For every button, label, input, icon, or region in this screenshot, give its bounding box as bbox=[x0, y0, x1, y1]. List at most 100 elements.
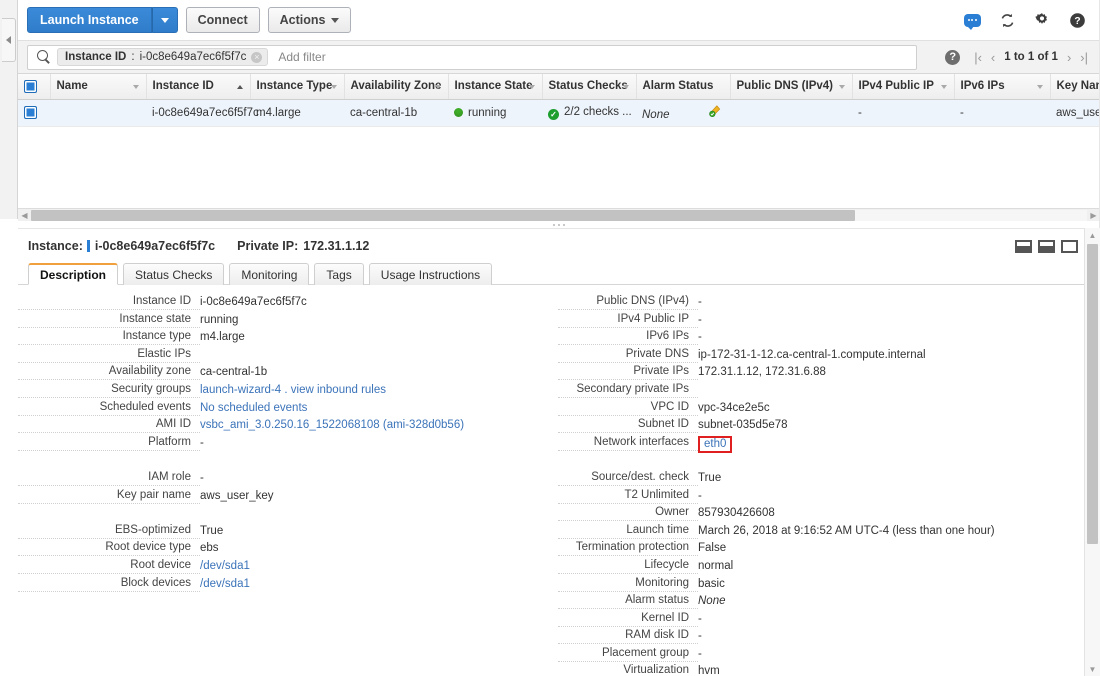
field-row: Private IPs 172.31.1.12, 172.31.6.88 bbox=[558, 365, 1078, 383]
gear-icon[interactable] bbox=[1033, 11, 1051, 29]
sort-descending-icon[interactable] bbox=[940, 85, 947, 89]
field-value: ca-central-1b bbox=[200, 366, 268, 379]
panel-layout-half-button[interactable] bbox=[1038, 239, 1055, 253]
tab-monitoring[interactable]: Monitoring bbox=[229, 263, 310, 285]
details-fields: Instance ID i-0c8e649a7ec6f5f7c Instance s… bbox=[18, 291, 1084, 676]
field-label: Source/dest. check bbox=[558, 471, 698, 486]
tab-tags[interactable]: Tags bbox=[314, 263, 364, 285]
next-page-button[interactable]: › bbox=[1067, 50, 1071, 65]
cell-value: aws_user_ bbox=[1056, 106, 1100, 119]
first-page-button[interactable]: |‹ bbox=[974, 50, 982, 65]
sort-descending-icon[interactable] bbox=[1036, 85, 1043, 89]
field-value: 857930426608 bbox=[698, 507, 775, 520]
instances-table: Name Instance ID Instance Type Availability… bbox=[18, 74, 1100, 127]
field-label: Availability zone bbox=[18, 365, 200, 381]
tab-description[interactable]: Description bbox=[28, 263, 119, 285]
field-value: aws_user_key bbox=[200, 489, 274, 502]
help-icon[interactable]: ? bbox=[1068, 11, 1086, 29]
column-header-ipv6-ips[interactable]: IPv6 IPs bbox=[954, 74, 1051, 100]
field-value[interactable]: launch-wizard-4 . view inbound rules bbox=[200, 383, 386, 397]
field-value: - bbox=[200, 471, 204, 484]
hscroll-track[interactable] bbox=[31, 209, 1087, 221]
network-interface-link[interactable]: eth0 bbox=[698, 435, 733, 453]
field-value: i-0c8e649a7ec6f5f7c bbox=[200, 296, 307, 308]
field-value[interactable]: No scheduled events bbox=[200, 401, 307, 415]
column-header-instance-type[interactable]: Instance Type bbox=[250, 74, 345, 100]
feedback-icon[interactable] bbox=[963, 11, 981, 30]
create-alarm-icon[interactable] bbox=[708, 104, 723, 118]
last-page-button[interactable]: ›| bbox=[1080, 50, 1088, 65]
scroll-up-arrow-icon[interactable]: ▲ bbox=[1085, 228, 1100, 242]
vscroll-thumb[interactable] bbox=[1087, 244, 1098, 544]
field-value[interactable]: /dev/sda1 bbox=[200, 577, 250, 591]
field-value[interactable]: vsbc_ami_3.0.250.16_1522068108 (ami-328d… bbox=[200, 418, 464, 432]
field-label bbox=[18, 453, 200, 468]
add-filter-placeholder[interactable]: Add filter bbox=[278, 50, 325, 64]
filter-token-value: i-0c8e649a7ec6f5f7c bbox=[139, 51, 247, 63]
table-horizontal-scrollbar[interactable]: ◀ ▶ bbox=[18, 208, 1100, 221]
sort-ascending-icon[interactable] bbox=[236, 85, 243, 89]
tab-usage-instructions[interactable]: Usage Instructions bbox=[368, 263, 493, 285]
field-row: Monitoring basic bbox=[558, 577, 1078, 595]
filter-token-instance-id[interactable]: Instance ID : i-0c8e649a7ec6f5f7c × bbox=[57, 48, 269, 66]
field-value: eth0 bbox=[698, 435, 733, 454]
refresh-icon[interactable] bbox=[998, 11, 1016, 29]
column-header-ipv4-public-ip[interactable]: IPv4 Public IP bbox=[852, 74, 955, 100]
cell-value: m4.large bbox=[256, 106, 301, 119]
search-input[interactable]: Instance ID : i-0c8e649a7ec6f5f7c × Add … bbox=[27, 44, 917, 70]
actions-button[interactable]: Actions bbox=[267, 7, 352, 33]
field-label: Secondary private IPs bbox=[558, 383, 698, 398]
column-header-instance-state[interactable]: Instance State bbox=[448, 74, 543, 100]
sort-descending-icon[interactable] bbox=[132, 85, 139, 89]
panel-layout-full-button[interactable] bbox=[1061, 239, 1078, 253]
field-label: Monitoring bbox=[558, 577, 698, 592]
field-value: running bbox=[200, 313, 239, 326]
row-select-checkbox-cell[interactable] bbox=[18, 99, 50, 127]
select-all-checkbox-cell[interactable] bbox=[18, 74, 51, 100]
sort-descending-icon[interactable] bbox=[838, 85, 845, 89]
field-row: Instance state running bbox=[18, 313, 558, 331]
row-select-checkbox[interactable] bbox=[24, 106, 37, 119]
column-header-status-checks[interactable]: Status Checks bbox=[542, 74, 637, 100]
close-icon[interactable]: × bbox=[251, 51, 263, 63]
prev-page-button[interactable]: ‹ bbox=[991, 50, 995, 65]
field-value: - bbox=[698, 331, 702, 344]
column-header-public-dns-ipv4[interactable]: Public DNS (IPv4) bbox=[730, 74, 853, 100]
field-label: Virtualization bbox=[558, 664, 698, 676]
field-row: Subnet ID subnet-035d5e78 bbox=[558, 418, 1078, 436]
panel-layout-split-button[interactable] bbox=[1015, 239, 1032, 253]
column-header-label: Alarm Status bbox=[642, 80, 714, 93]
column-header-instance-id[interactable]: Instance ID bbox=[146, 74, 251, 100]
field-label: AMI ID bbox=[18, 418, 200, 434]
column-header-key-name[interactable]: Key Name bbox=[1050, 74, 1100, 100]
field-value[interactable]: /dev/sda1 bbox=[200, 559, 250, 573]
column-header-label: Instance Type bbox=[256, 80, 333, 93]
collapse-nav-button[interactable] bbox=[2, 18, 16, 62]
sort-descending-icon[interactable] bbox=[622, 85, 629, 89]
field-row: Scheduled events No scheduled events bbox=[18, 401, 558, 419]
launch-instance-button[interactable]: Launch Instance bbox=[27, 7, 152, 33]
filter-help-icon[interactable]: ? bbox=[945, 49, 961, 65]
sort-descending-icon[interactable] bbox=[528, 85, 535, 89]
sort-descending-icon[interactable] bbox=[434, 85, 441, 89]
column-header-label: Key Name bbox=[1056, 80, 1100, 93]
instance-color-pip bbox=[86, 240, 90, 252]
field-label: Owner bbox=[558, 506, 698, 522]
column-header-name[interactable]: Name bbox=[50, 74, 147, 100]
details-vertical-scrollbar[interactable]: ▲ ▼ bbox=[1084, 228, 1100, 676]
hscroll-thumb[interactable] bbox=[31, 209, 855, 221]
connect-button[interactable]: Connect bbox=[185, 7, 260, 33]
sort-descending-icon[interactable] bbox=[330, 85, 337, 89]
tab-status-checks[interactable]: Status Checks bbox=[123, 263, 225, 285]
launch-instance-dropdown-button[interactable] bbox=[151, 7, 178, 33]
scroll-down-arrow-icon[interactable]: ▼ bbox=[1085, 662, 1100, 676]
left-nav-rail bbox=[0, 0, 18, 219]
scroll-left-arrow-icon[interactable]: ◀ bbox=[18, 211, 31, 220]
table-row[interactable]: i-0c8e649a7ec6f5f7c m4.large ca-central-1b… bbox=[18, 99, 1100, 127]
pagination-count: 1 to 1 of 1 bbox=[1004, 51, 1058, 63]
select-all-checkbox[interactable] bbox=[24, 79, 37, 93]
column-header-availability-zone[interactable]: Availability Zone bbox=[344, 74, 449, 100]
field-row: Public DNS (IPv4) - bbox=[558, 295, 1078, 313]
column-header-alarm-status[interactable]: Alarm Status bbox=[636, 74, 731, 100]
ec2-console-page: Launch Instance Connect Actions ? Instan… bbox=[0, 0, 1100, 676]
